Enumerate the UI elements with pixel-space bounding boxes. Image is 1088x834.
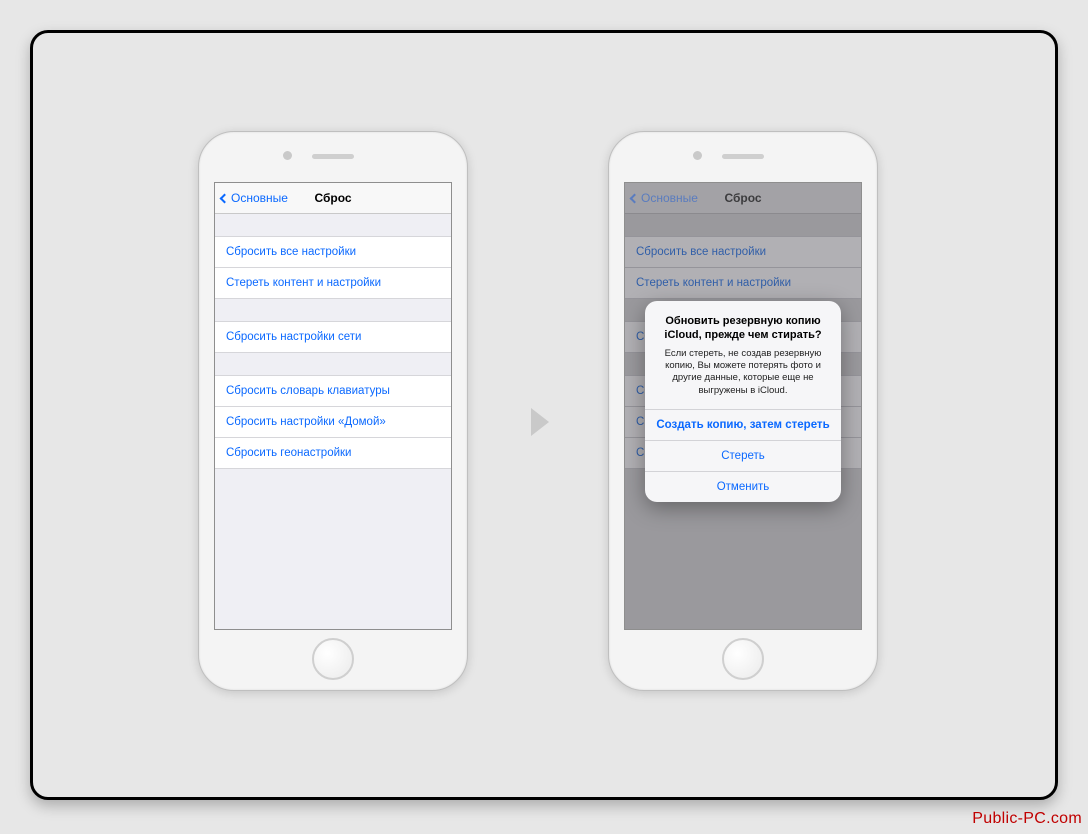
home-button[interactable] <box>722 638 764 680</box>
nav-back-label: Основные <box>231 191 288 205</box>
alert-body: Обновить резервную копию iCloud, прежде … <box>645 301 841 409</box>
chevron-left-icon <box>220 193 230 203</box>
alert-erase-button[interactable]: Стереть <box>645 440 841 471</box>
phone-right-screen: Основные Сброс Сбросить все настройки Ст… <box>624 182 862 630</box>
navbar: Основные Сброс <box>625 183 861 214</box>
row-reset-all[interactable]: Сбросить все настройки <box>215 236 451 268</box>
phone-camera <box>283 151 292 160</box>
reset-group-3: Сбросить словарь клавиатуры Сбросить нас… <box>215 375 451 469</box>
row-reset-network[interactable]: Сбросить настройки сети <box>215 321 451 353</box>
row-erase-content: Стереть контент и настройки <box>625 267 861 299</box>
alert-backup-then-erase-button[interactable]: Создать копию, затем стереть <box>645 409 841 440</box>
row-erase-content[interactable]: Стереть контент и настройки <box>215 267 451 299</box>
chevron-left-icon <box>630 193 640 203</box>
alert-message: Если стереть, не создав резервную копию,… <box>659 348 827 397</box>
reset-group-2: Сбросить настройки сети <box>215 321 451 353</box>
alert-title: Обновить резервную копию iCloud, прежде … <box>659 315 827 343</box>
phone-left-screen: Основные Сброс Сбросить все настройки Ст… <box>214 182 452 630</box>
nav-back-label: Основные <box>641 191 698 205</box>
nav-title: Сброс <box>724 191 761 205</box>
image-frame: Основные Сброс Сбросить все настройки Ст… <box>30 30 1058 800</box>
watermark-text: Public-PC.com <box>972 810 1082 828</box>
row-reset-keyboard[interactable]: Сбросить словарь клавиатуры <box>215 375 451 407</box>
alert-cancel-button[interactable]: Отменить <box>645 471 841 502</box>
nav-back-button: Основные <box>631 183 698 213</box>
phone-speaker <box>312 154 354 159</box>
row-reset-home[interactable]: Сбросить настройки «Домой» <box>215 406 451 438</box>
phone-left: Основные Сброс Сбросить все настройки Ст… <box>198 131 468 691</box>
navbar: Основные Сброс <box>215 183 451 214</box>
phone-camera <box>693 151 702 160</box>
reset-group-1: Сбросить все настройки Стереть контент и… <box>215 236 451 299</box>
phone-right: Основные Сброс Сбросить все настройки Ст… <box>608 131 878 691</box>
row-reset-location[interactable]: Сбросить геонастройки <box>215 437 451 469</box>
phone-speaker <box>722 154 764 159</box>
row-reset-all: Сбросить все настройки <box>625 236 861 268</box>
confirm-alert: Обновить резервную копию iCloud, прежде … <box>645 301 841 502</box>
arrow-right-icon <box>531 408 549 436</box>
nav-title: Сброс <box>314 191 351 205</box>
home-button[interactable] <box>312 638 354 680</box>
nav-back-button[interactable]: Основные <box>221 183 288 213</box>
reset-group-1: Сбросить все настройки Стереть контент и… <box>625 236 861 299</box>
